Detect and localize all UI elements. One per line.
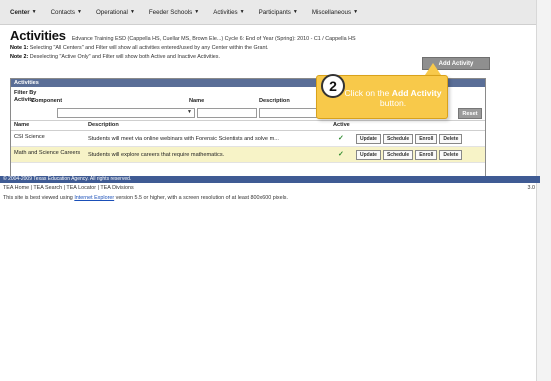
description-filter-input[interactable] bbox=[259, 108, 323, 118]
name-filter-input[interactable] bbox=[197, 108, 257, 118]
top-navigation-bar: Center ▼ Contacts ▼ Operational ▼ Feeder Sc… bbox=[0, 0, 551, 25]
delete-button[interactable]: Delete bbox=[439, 134, 463, 144]
page-subtitle: Edvance Training ESD (Cappella HS, Cuell… bbox=[71, 36, 356, 42]
table-row: Math and Science Careers Students will e… bbox=[11, 147, 485, 163]
callout-text: Click on the Add Activity button. bbox=[344, 88, 442, 108]
update-button[interactable]: Update bbox=[356, 134, 381, 144]
nav-menu: Center ▼ Contacts ▼ Operational ▼ Feeder Sc… bbox=[4, 5, 527, 19]
copyright-bar: © 2004-2009 Texas Education Agency. All … bbox=[0, 176, 540, 183]
callout-arrow bbox=[425, 63, 441, 75]
chevron-down-icon: ▼ bbox=[353, 9, 359, 15]
chevron-down-icon: ▼ bbox=[31, 9, 37, 15]
chevron-down-icon: ▼ bbox=[239, 9, 245, 15]
header-description: Description bbox=[88, 122, 119, 128]
chevron-down-icon: ▼ bbox=[129, 9, 135, 15]
vertical-scrollbar[interactable] bbox=[536, 0, 551, 381]
page-title: Activities bbox=[10, 28, 66, 43]
reset-button[interactable]: Reset bbox=[458, 108, 482, 119]
version-label: 3.0 bbox=[527, 185, 536, 191]
chevron-down-icon: ▼ bbox=[76, 9, 82, 15]
note-1: Note 1: Selecting "All Centers" and Filt… bbox=[10, 45, 269, 51]
header-active: Active bbox=[333, 122, 350, 128]
enroll-button[interactable]: Enroll bbox=[415, 134, 438, 144]
schedule-button[interactable]: Schedule bbox=[382, 134, 414, 144]
nav-item-activities[interactable]: Activities ▼ bbox=[206, 9, 251, 16]
enroll-button[interactable]: Enroll bbox=[415, 150, 438, 160]
footer-links[interactable]: TEA Home | TEA Search | TEA Locator | TE… bbox=[3, 185, 134, 191]
active-check-icon: ✓ bbox=[338, 135, 344, 142]
instruction-callout: 2 Click on the Add Activity button. bbox=[316, 74, 448, 119]
schedule-button[interactable]: Schedule bbox=[382, 150, 414, 160]
chevron-down-icon: ▼ bbox=[187, 109, 192, 115]
internet-explorer-link[interactable]: Internet Explorer bbox=[74, 195, 114, 201]
name-column-label: Name bbox=[189, 98, 205, 104]
table-header: Name Description Active bbox=[11, 121, 485, 131]
nav-item-participants[interactable]: Participants ▼ bbox=[252, 9, 305, 16]
activity-description: Students will explore careers that requi… bbox=[88, 152, 225, 158]
nav-item-miscellaneous[interactable]: Miscellaneous ▼ bbox=[305, 9, 365, 16]
nav-item-contacts[interactable]: Contacts ▼ bbox=[44, 9, 89, 16]
description-column-label: Description bbox=[259, 98, 290, 104]
activity-name: CSI Science bbox=[14, 134, 45, 140]
table-row: CSI Science Students will meet via onlin… bbox=[11, 131, 485, 147]
activity-description: Students will meet via online webinars w… bbox=[88, 136, 279, 142]
chevron-down-icon: ▼ bbox=[292, 9, 298, 15]
component-select[interactable]: ▼ bbox=[57, 108, 195, 118]
activity-name: Math and Science Careers bbox=[14, 150, 81, 156]
chevron-down-icon: ▼ bbox=[194, 9, 200, 15]
delete-button[interactable]: Delete bbox=[439, 150, 463, 160]
nav-item-operational[interactable]: Operational ▼ bbox=[89, 9, 142, 16]
nav-item-center[interactable]: Center ▼ bbox=[4, 9, 44, 16]
component-column-label: Component bbox=[31, 98, 63, 104]
update-button[interactable]: Update bbox=[356, 150, 381, 160]
active-check-icon: ✓ bbox=[338, 151, 344, 158]
nav-item-feeder-schools[interactable]: Feeder Schools ▼ bbox=[142, 9, 206, 16]
header-name: Name bbox=[14, 122, 30, 128]
browser-note: This site is best viewed using Internet … bbox=[3, 195, 288, 201]
